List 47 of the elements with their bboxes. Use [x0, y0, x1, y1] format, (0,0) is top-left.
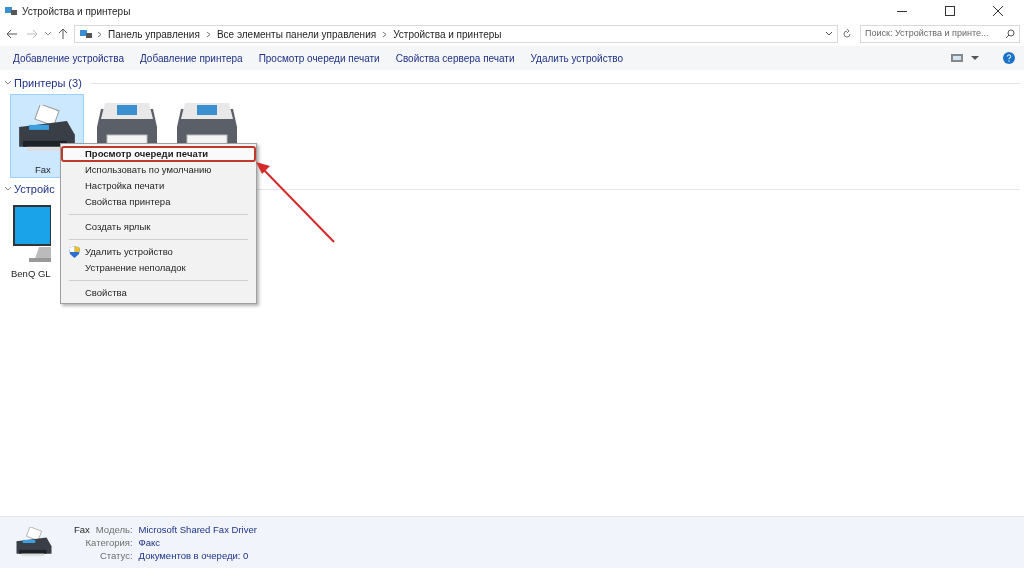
breadcrumb[interactable]: Все элементы панели управления [214, 26, 379, 42]
toolbar-button[interactable]: Удалить устройство [522, 46, 631, 70]
toolbar-button[interactable]: Просмотр очереди печати [250, 46, 388, 70]
group-header[interactable]: Устройс [14, 180, 55, 198]
dropdown-icon[interactable] [825, 31, 833, 37]
device-name: Fax [74, 523, 90, 536]
minimize-icon [897, 10, 907, 12]
maximize-icon [945, 6, 955, 16]
shield-icon [69, 246, 80, 258]
device-label: Fax [35, 162, 51, 177]
devices-icon [4, 5, 18, 17]
field-label: Модель: [95, 523, 133, 536]
toolbar-button[interactable]: Добавление устройства [5, 46, 132, 70]
breadcrumb[interactable]: Устройства и принтеры [391, 26, 504, 42]
search-icon [1005, 29, 1015, 39]
toolbar-button[interactable]: Свойства сервера печати [387, 46, 523, 70]
window-title: Устройства и принтеры [22, 4, 131, 19]
address-bar[interactable]: Панель управления Все элементы панели управления Устройства и принтеры [74, 25, 838, 43]
menu-item[interactable]: Настройка печати [61, 178, 256, 194]
devices-icon [79, 28, 93, 40]
field-value: Документов в очереди: 0 [138, 549, 250, 562]
field-label: Статус: [99, 549, 133, 562]
search-field[interactable]: Поиск: Устройства и принте... [860, 25, 1020, 43]
field-value: Факс [138, 536, 162, 549]
refresh-icon[interactable] [842, 29, 852, 39]
up-arrow-icon[interactable] [58, 28, 68, 40]
caret-icon[interactable] [971, 55, 979, 61]
back-arrow-icon[interactable] [6, 29, 18, 39]
menu-item[interactable]: Просмотр очереди печати [61, 146, 256, 162]
chevron-icon[interactable] [4, 186, 12, 192]
monitor-icon [13, 205, 51, 263]
chevron-icon [382, 30, 388, 38]
device-label: BenQ GL [11, 267, 51, 281]
close-icon [993, 6, 1003, 16]
breadcrumb[interactable]: Панель управления [106, 26, 202, 42]
field-value: Microsoft Shared Fax Driver [138, 523, 257, 536]
fax-machine-icon [14, 526, 54, 559]
field-label: Категория: [85, 536, 133, 549]
help-icon[interactable] [1003, 52, 1015, 64]
toolbar-button[interactable]: Добавление принтера [131, 46, 251, 70]
caret-icon[interactable] [44, 31, 52, 37]
chevron-icon [97, 30, 102, 38]
view-icon[interactable] [951, 54, 963, 62]
chevron-icon [205, 30, 211, 38]
group-header[interactable]: Принтеры (3) [14, 74, 82, 92]
chevron-icon[interactable] [4, 80, 12, 86]
menu-item[interactable]: Свойства [61, 285, 256, 301]
